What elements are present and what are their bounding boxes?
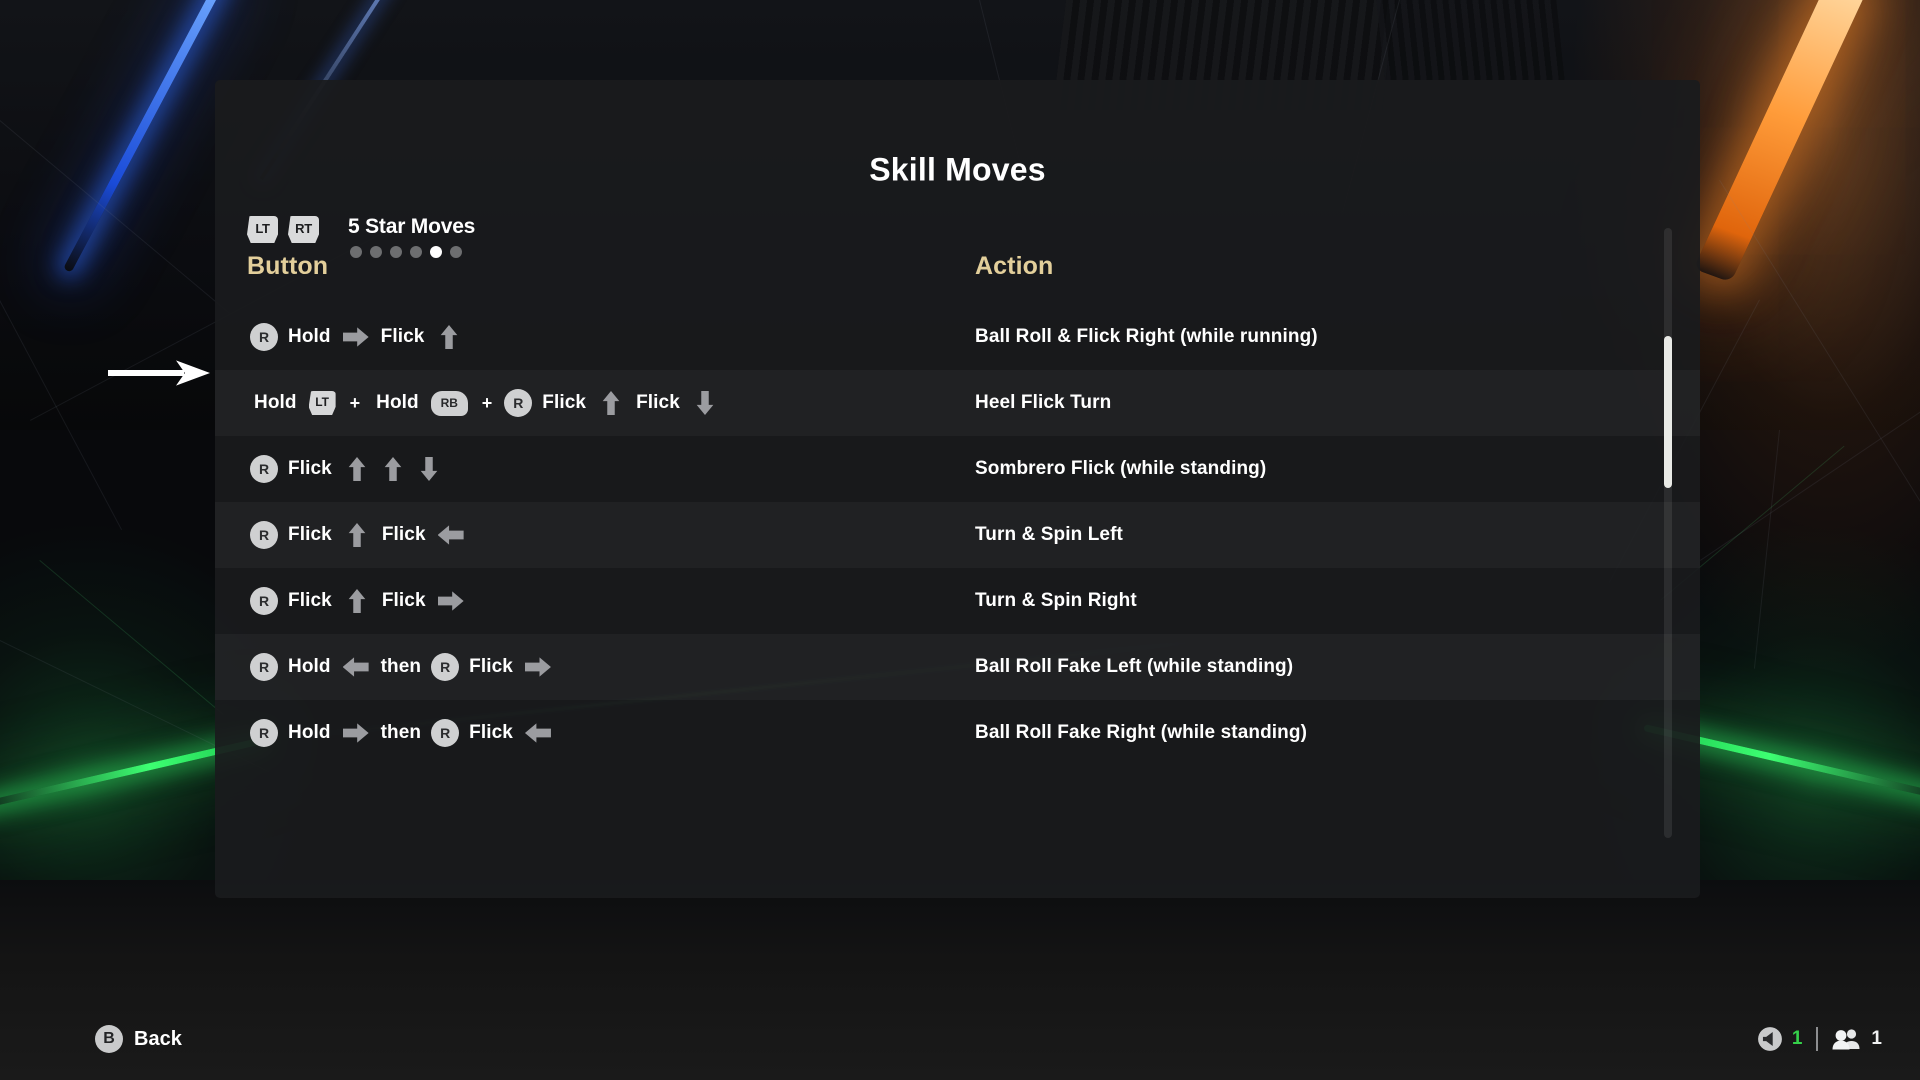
combo-word: Flick [288,590,332,611]
right-stick-icon: R [431,653,460,681]
players-icon [1832,1027,1862,1051]
row-button-combo: R Hold then R Flick [247,634,556,700]
arrow-left-icon [524,721,551,745]
skill-moves-panel: Skill Moves LT RT 5 Star Moves Button Ac… [215,80,1700,898]
table-row[interactable]: R Hold then R Flick Ball Roll Fake Right (whi… [215,700,1700,766]
column-header-button: Button [247,252,329,280]
right-stick-icon: R [250,455,278,483]
arrow-up-icon [436,325,462,349]
combo-word: Flick [381,590,426,611]
combo-word: Flick [380,326,425,347]
skill-moves-table: R Hold Flick Ball Roll & Flick Right (while… [215,304,1700,766]
combo-word: Hold [288,326,331,347]
back-button-label: Back [134,1027,182,1050]
row-action-label: Ball Roll Fake Left (while standing) [975,656,1294,677]
arrow-up-icon [344,589,370,613]
row-button-combo: Hold LT + Hold RB + R Flick Flick [247,370,723,436]
page-title: Skill Moves [869,151,1046,188]
bg-ceiling-slats-2 [1375,0,1565,80]
row-button-combo: R Flick Flick [247,502,469,568]
combo-word: Hold [288,722,331,743]
row-button-combo: R Hold Flick [247,304,467,370]
row-action-label: Turn & Spin Left [975,524,1123,545]
arrow-right-icon [342,721,369,745]
row-action-label: Ball Roll & Flick Right (while running) [975,326,1318,347]
right-stick-icon: R [250,653,278,681]
row-button-combo: R Flick [247,436,447,502]
arrow-left-icon [437,523,464,547]
combo-word: Hold [376,392,419,413]
row-action-label: Turn & Spin Right [975,590,1137,611]
rb-bumper-icon: RB [430,390,468,416]
combo-word: Flick [469,722,513,743]
table-row[interactable]: R Flick Sombrero Flick (while standing) [215,436,1700,502]
right-stick-icon: R [504,389,533,417]
arrow-up-icon [344,523,370,547]
row-button-combo: R Flick Flick [247,568,469,634]
combo-word: Flick [288,524,332,545]
combo-word: Hold [254,392,297,413]
right-stick-icon: R [250,521,278,549]
volume-value: 1 [1791,1028,1803,1049]
right-stick-icon: R [431,719,460,747]
row-action-label: Heel Flick Turn [975,392,1112,413]
table-row[interactable]: R Hold Flick Ball Roll & Flick Right (while… [215,304,1700,370]
right-stick-icon: R [250,719,278,747]
arrow-right-icon [524,655,551,679]
status-divider [1816,1027,1819,1051]
right-stick-icon: R [250,323,278,351]
plus-separator: + [349,392,361,413]
lt-trigger-icon[interactable]: LT [247,216,278,243]
arrow-up-icon [598,391,624,415]
column-header-action: Action [975,252,1054,280]
pointer-arrow-icon [108,358,210,388]
right-stick-icon: R [250,587,278,615]
plus-separator: + [481,392,493,413]
scrollbar-track[interactable] [1664,228,1672,838]
arrow-left-icon [342,655,369,679]
combo-word: Flick [636,392,680,413]
combo-word: then [380,656,422,677]
combo-word: then [380,722,422,743]
arrow-up-icon [344,457,370,481]
arrow-down-icon [416,457,442,481]
arrow-right-icon [437,589,464,613]
lt-trigger-icon: LT [308,391,336,415]
row-action-label: Ball Roll Fake Right (while standing) [975,722,1307,743]
combo-word: Flick [542,392,587,413]
arrow-down-icon [692,391,718,415]
category-label: 5 Star Moves [348,215,476,238]
table-row[interactable]: R Flick Flick Turn & Spin Left [215,502,1700,568]
bg-floor [0,880,1920,1080]
column-headers: Button Action [215,252,1700,296]
combo-word: Flick [288,458,332,479]
volume-icon [1757,1026,1783,1052]
status-indicators: 1 1 [1757,1026,1882,1052]
row-button-combo: R Hold then R Flick [247,700,556,766]
arrow-right-icon [342,325,369,349]
combo-word: Hold [288,656,331,677]
combo-word: Flick [469,656,513,677]
row-action-label: Sombrero Flick (while standing) [975,458,1267,479]
arrow-up-icon [380,457,406,481]
players-value: 1 [1871,1028,1882,1049]
combo-word: Flick [381,524,426,545]
rt-trigger-icon[interactable]: RT [288,216,319,243]
table-row[interactable]: R Hold then R Flick Ball Roll Fake Left (whil… [215,634,1700,700]
table-row[interactable]: Hold LT + Hold RB + R Flick Flick Heel Flick Turn [215,370,1700,436]
scrollbar-thumb[interactable] [1664,336,1672,488]
table-row[interactable]: R Flick Flick Turn & Spin Right [215,568,1700,634]
b-button-icon: B [95,1025,123,1053]
pointer-arrow-shaft [108,370,184,376]
back-button[interactable]: B Back [95,1025,182,1053]
